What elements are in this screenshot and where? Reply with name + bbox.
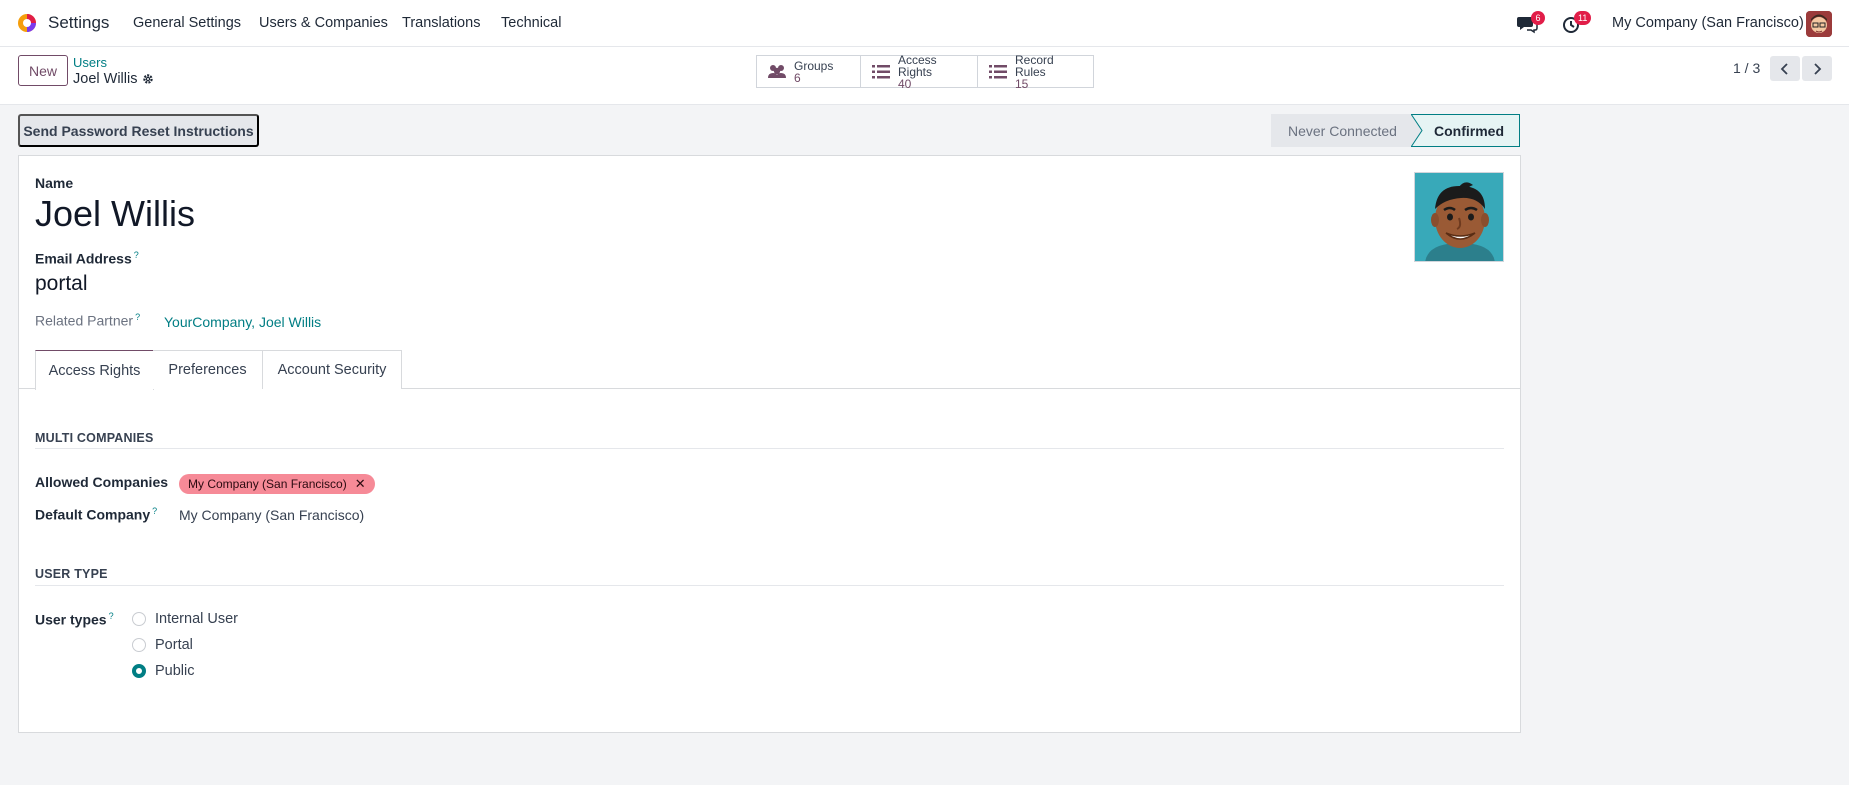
stage-confirmed-label: Confirmed (1434, 122, 1504, 139)
default-company-label-text: Default Company (35, 506, 151, 523)
tab-access-rights[interactable]: Access Rights (35, 350, 154, 390)
section-divider (35, 585, 1504, 586)
allowed-companies-label: Allowed Companies (35, 474, 169, 490)
radio-public[interactable]: Public (132, 663, 195, 679)
email-help-icon[interactable]: ? (134, 250, 139, 260)
name-label: Name (35, 175, 74, 191)
breadcrumb-users[interactable]: Users (73, 55, 107, 70)
radio-button[interactable] (132, 612, 146, 626)
access-rights-label: Access Rights (898, 52, 937, 79)
email-label-text: Email Address (35, 250, 132, 267)
form-tabs: Access Rights Preferences Account Securi… (19, 350, 1520, 390)
email-field[interactable]: portal (35, 272, 88, 296)
user-avatar-icon (1806, 11, 1832, 37)
user-photo-icon (1415, 173, 1503, 261)
menu-translations[interactable]: Translations (402, 15, 480, 31)
radio-public-label: Public (155, 663, 195, 679)
stage-confirmed[interactable]: Confirmed (1411, 114, 1520, 147)
pager-previous-button[interactable] (1770, 56, 1800, 81)
related-partner-label-text: Related Partner (35, 312, 134, 329)
tab-preferences[interactable]: Preferences (153, 350, 263, 389)
top-navbar: Settings General Settings Users & Compan… (0, 0, 1849, 47)
user-photo[interactable] (1414, 172, 1504, 262)
chevron-right-icon (1814, 62, 1822, 75)
statusbar: Never Connected Confirmed (1271, 114, 1520, 147)
messages-badge: 6 (1531, 11, 1545, 25)
record-rules-count: 15 (1015, 76, 1029, 91)
new-button[interactable]: New (18, 55, 68, 86)
groups-smart-button[interactable]: Groups 6 (757, 56, 861, 87)
section-divider (35, 448, 1504, 449)
allowed-company-tag-label: My Company (San Francisco) (188, 477, 347, 491)
access-rights-smart-button[interactable]: Access Rights 40 (861, 52, 978, 91)
record-rules-smart-button[interactable]: Record Rules 15 (978, 52, 1093, 91)
radio-portal[interactable]: Portal (132, 637, 193, 653)
chevron-left-icon (1780, 62, 1788, 75)
record-rules-label: Record Rules (1015, 52, 1054, 79)
default-company-field[interactable]: My Company (San Francisco) (179, 507, 364, 523)
app-name[interactable]: Settings (48, 13, 109, 33)
radio-portal-label: Portal (155, 637, 193, 653)
odoo-logo-icon[interactable] (17, 13, 37, 33)
access-rights-count: 40 (898, 76, 912, 91)
smart-buttons: Groups 6 Access Rights 40 Record Rules 1… (756, 52, 1094, 91)
groups-label: Groups (794, 58, 834, 73)
form-sheet: Name Joel Willis Email Address? portal R… (18, 155, 1521, 733)
radio-internal-user[interactable]: Internal User (132, 611, 238, 627)
user-avatar[interactable] (1806, 11, 1832, 37)
stage-arrow-icon (1411, 114, 1423, 147)
breadcrumb-current-label: Joel Willis (73, 71, 138, 87)
menu-users-companies[interactable]: Users & Companies (259, 15, 388, 31)
company-switcher[interactable]: My Company (San Francisco) (1612, 15, 1804, 31)
remove-tag-icon[interactable]: ✕ (355, 476, 366, 492)
stage-never-connected[interactable]: Never Connected (1271, 114, 1411, 147)
radio-button[interactable] (132, 638, 146, 652)
related-partner-label: Related Partner? (35, 312, 140, 329)
menu-general-settings[interactable]: General Settings (133, 15, 241, 31)
pager-value[interactable]: 1 / 3 (1733, 60, 1760, 76)
user-type-title: USER TYPE (35, 567, 108, 581)
default-company-help-icon[interactable]: ? (152, 506, 157, 516)
allowed-company-tag: My Company (San Francisco) ✕ (179, 474, 375, 494)
send-password-reset-button[interactable]: Send Password Reset Instructions (18, 114, 259, 147)
multi-companies-title: MULTI COMPANIES (35, 431, 154, 445)
pager-next-button[interactable] (1802, 56, 1832, 81)
related-partner-link[interactable]: YourCompany, Joel Willis (164, 314, 321, 330)
gear-icon[interactable] (142, 73, 154, 85)
user-types-label-text: User types (35, 611, 107, 628)
radio-internal-user-label: Internal User (155, 611, 239, 627)
user-types-help-icon[interactable]: ? (109, 611, 114, 621)
related-partner-help-icon[interactable]: ? (135, 312, 140, 322)
breadcrumb-current: Joel Willis (73, 71, 154, 87)
control-panel: New Users Joel Willis Groups 6 Access Ri… (0, 47, 1849, 105)
user-types-label: User types? (35, 611, 114, 628)
default-company-label: Default Company? (35, 506, 157, 523)
name-field[interactable]: Joel Willis (35, 193, 195, 235)
activities-badge: 11 (1574, 11, 1592, 25)
groups-count: 6 (794, 70, 801, 85)
menu-technical[interactable]: Technical (501, 15, 561, 31)
list-icon (989, 64, 1007, 78)
list-icon (872, 64, 890, 78)
users-icon (768, 64, 786, 78)
email-label: Email Address? (35, 250, 139, 267)
radio-button-checked[interactable] (132, 664, 146, 678)
tab-account-security[interactable]: Account Security (263, 350, 402, 389)
